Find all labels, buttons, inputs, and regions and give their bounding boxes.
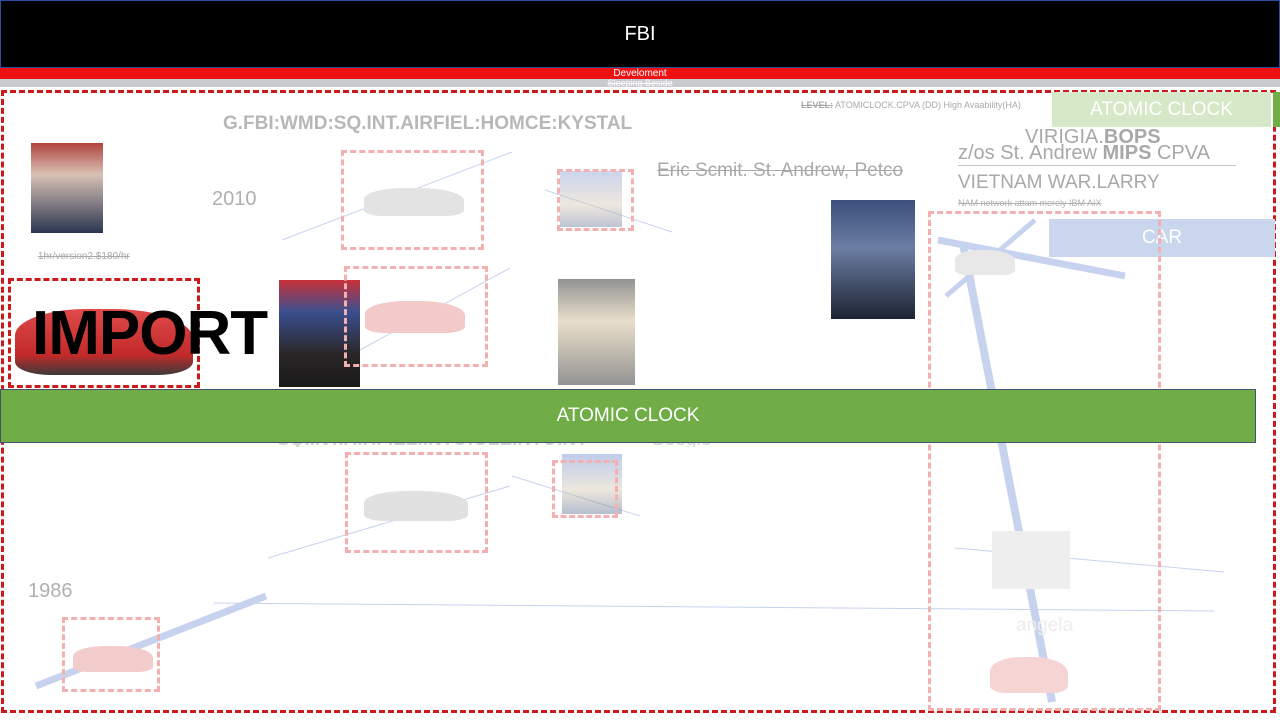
angela-label: angela: [1016, 615, 1074, 636]
car-image-frame: [345, 452, 488, 553]
atomic-clock-main-button[interactable]: ATOMIC CLOCK: [0, 389, 1256, 443]
portrait-photo: [831, 200, 915, 319]
car-image-frame: [341, 150, 484, 250]
car-image: [990, 657, 1068, 693]
zos-prefix: z/os St. Andrew: [958, 142, 1103, 164]
car-image: [955, 250, 1015, 275]
zos-label: z/os St. Andrew MIPS CPVA: [958, 142, 1236, 166]
price-label: 1hr/version2.$180/hr: [38, 251, 130, 262]
portrait-frame: [552, 460, 618, 518]
sleeping-label: Sleeping Beside: [607, 78, 673, 88]
import-label: IMPORT: [32, 299, 268, 368]
nam-label: NAM network attam merely IBM AIX: [958, 198, 1102, 208]
portrait-frame: [557, 169, 634, 231]
atomic-clock-main-label: ATOMIC CLOCK: [556, 405, 700, 426]
level-text: ATOMICLOCK.CPVA (DD) High Avaability(HA): [835, 100, 1021, 110]
header-title-bar: FBI: [0, 0, 1280, 68]
header-title: FBI: [624, 22, 656, 45]
portrait-photo: [31, 143, 103, 233]
path-label: G.FBI:WMD:SQ.INT.AIRFIEL:HOMCE:KYSTAL: [223, 113, 633, 134]
atomic-clock-top-edge: [1273, 92, 1280, 127]
year-1986-label: 1986: [28, 580, 73, 602]
year-2010-label: 2010: [212, 188, 257, 210]
car-image: [992, 531, 1070, 589]
car-image: [364, 491, 468, 521]
atomic-clock-top-label: ATOMIC CLOCK: [1090, 98, 1233, 120]
level-prefix: LEVEL:: [801, 100, 834, 110]
zos-suffix: CPVA: [1151, 142, 1210, 164]
vietnam-label: VIETNAM WAR.LARRY: [958, 172, 1160, 193]
people-label: Eric Scmit. St. Andrew, Petco: [657, 160, 904, 181]
level-label: LEVEL: ATOMICLOCK.CPVA (DD) High Avaabil…: [801, 100, 1021, 110]
car-image: [365, 301, 465, 333]
zos-bold: MIPS: [1102, 142, 1152, 164]
portrait-photo: [558, 279, 635, 385]
car-image: [73, 646, 153, 672]
car-image-frame: [344, 266, 488, 367]
car-image: [364, 188, 464, 216]
car-image-frame: [62, 617, 160, 692]
atomic-clock-top-button[interactable]: ATOMIC CLOCK: [1052, 92, 1271, 127]
sleeping-bar: Sleeping Beside: [0, 78, 1280, 88]
